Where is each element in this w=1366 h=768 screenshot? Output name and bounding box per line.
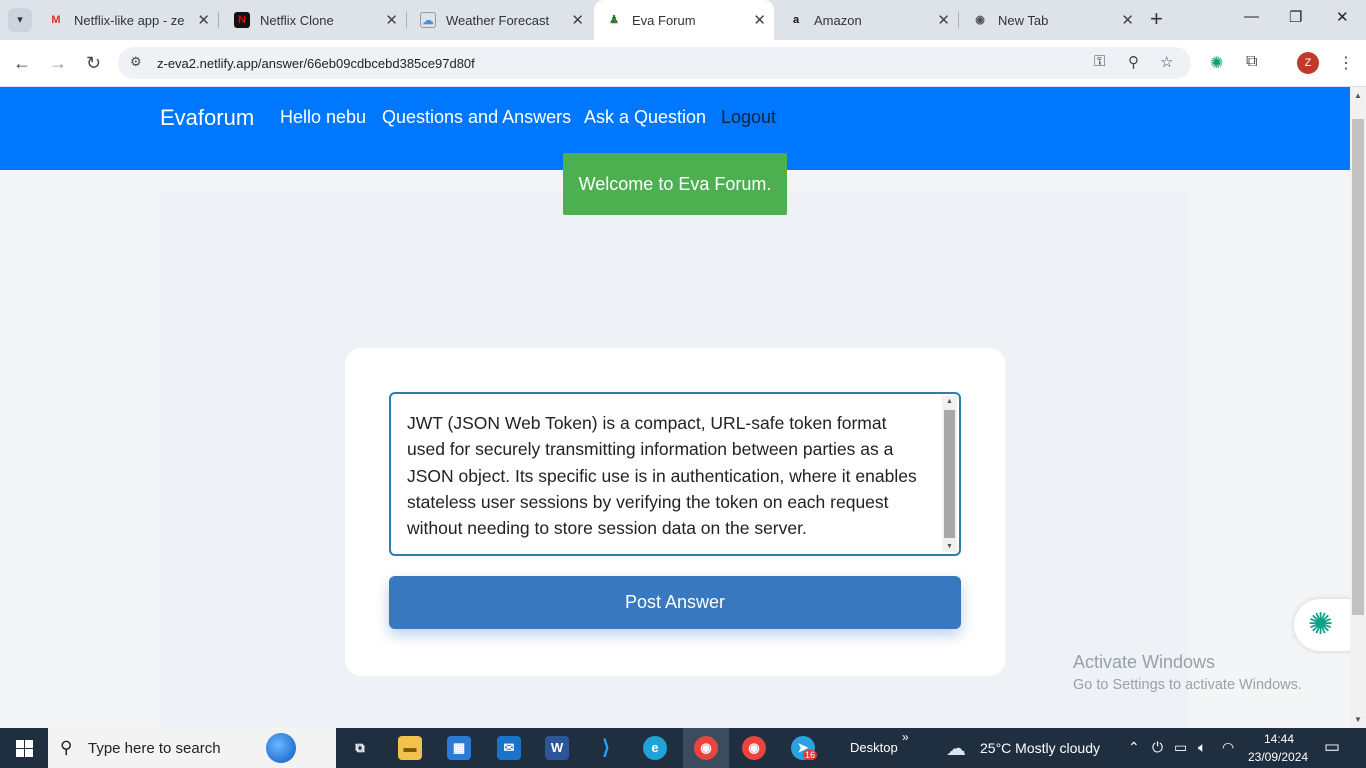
- page-scroll-down-icon[interactable]: ▼: [1354, 715, 1362, 724]
- page-scrollbar[interactable]: ▲ ▼: [1350, 87, 1366, 728]
- zoom-icon[interactable]: ⚲: [1128, 53, 1139, 71]
- close-tab-icon[interactable]: ✕: [1121, 11, 1134, 29]
- tab-weather-forecast[interactable]: ☁ Weather Forecast ✕: [408, 0, 592, 40]
- volume-icon[interactable]: 🔈︎: [1198, 739, 1206, 756]
- restore-icon[interactable]: ❐: [1289, 8, 1302, 26]
- new-tab-plus-icon[interactable]: +: [1150, 6, 1163, 32]
- tab-strip: ▾ M Netflix-like app - zew ✕ N Netflix C…: [0, 0, 1366, 40]
- answer-card: JWT (JSON Web Token) is a compact, URL-s…: [345, 348, 1005, 676]
- tray-app-icon[interactable]: ⏻: [1152, 739, 1163, 756]
- page-scroll-thumb[interactable]: [1352, 119, 1364, 615]
- scroll-down-arrow-icon[interactable]: ▼: [946, 543, 953, 550]
- nav-ask-question[interactable]: Ask a Question: [584, 107, 706, 128]
- address-bar[interactable]: ⚙ z-eva2.netlify.app/answer/66eb09cdbceb…: [118, 47, 1191, 79]
- site-brand[interactable]: Evaforum: [160, 105, 254, 131]
- tray-chevron-icon[interactable]: ⌃: [1128, 739, 1140, 756]
- taskbar-search-placeholder[interactable]: Type here to search: [88, 740, 221, 757]
- minimize-icon[interactable]: —: [1244, 8, 1259, 25]
- netflix-icon: N: [234, 12, 250, 28]
- gmail-icon: M: [51, 14, 61, 26]
- tab-netflix-clone[interactable]: N Netflix Clone ✕: [222, 0, 407, 40]
- close-tab-icon[interactable]: ✕: [571, 11, 584, 29]
- clock-time[interactable]: 14:44: [1264, 732, 1294, 746]
- profile-avatar[interactable]: Z: [1297, 52, 1319, 74]
- chrome-icon: ◉: [975, 14, 985, 26]
- task-view-icon[interactable]: ⧉: [348, 736, 372, 760]
- notifications-icon[interactable]: ▭: [1324, 737, 1340, 757]
- windows-start-icon[interactable]: [16, 740, 33, 757]
- desktop-toolbar-label[interactable]: Desktop: [850, 740, 898, 755]
- chrome-profile-icon: ◉: [694, 736, 718, 760]
- mail-icon[interactable]: ✉: [497, 736, 521, 760]
- textarea-scrollbar[interactable]: ▲ ▼: [942, 396, 957, 552]
- window-close-icon[interactable]: ✕: [1336, 8, 1349, 26]
- browser-toolbar: ← → ↻ ⚙ z-eva2.netlify.app/answer/66eb09…: [0, 40, 1366, 87]
- textarea-scroll-thumb[interactable]: [944, 410, 955, 538]
- battery-icon[interactable]: ▭: [1174, 739, 1187, 756]
- taskbar-search-box[interactable]: ⚲ Type here to search: [48, 728, 336, 768]
- close-tab-icon[interactable]: ✕: [197, 11, 210, 29]
- browser-menu-icon[interactable]: ⋮: [1338, 53, 1354, 73]
- password-key-icon[interactable]: ⚿: [1094, 53, 1105, 70]
- close-tab-icon[interactable]: ✕: [385, 11, 398, 29]
- windows-taskbar: ⚲ Type here to search ⧉ ▬ ▦ ✉ W ⟩ e ◉ ◉ …: [0, 728, 1366, 768]
- reload-icon[interactable]: ↻: [86, 53, 101, 74]
- network-icon[interactable]: ◠: [1222, 739, 1234, 756]
- nav-greeting: Hello nebu: [280, 107, 367, 127]
- edge-icon[interactable]: e: [643, 736, 667, 760]
- toolbar-expand-icon[interactable]: »: [902, 730, 909, 744]
- tab-eva-forum[interactable]: ♟ Eva Forum ✕: [594, 0, 774, 40]
- answer-textarea[interactable]: JWT (JSON Web Token) is a compact, URL-s…: [389, 392, 961, 556]
- chatgpt-extension-icon[interactable]: ✺: [1210, 53, 1223, 73]
- scroll-up-arrow-icon[interactable]: ▲: [946, 398, 953, 405]
- tab-search-chevron-icon[interactable]: ▾: [8, 8, 32, 32]
- bookmark-star-icon[interactable]: ☆: [1160, 53, 1173, 71]
- ai-assistant-icon[interactable]: ✺: [1294, 599, 1350, 651]
- forward-icon[interactable]: →: [49, 53, 67, 74]
- page-viewport: Evaforum Hello nebu Questions and Answer…: [0, 87, 1350, 728]
- close-tab-icon[interactable]: ✕: [937, 11, 950, 29]
- weather-status[interactable]: 25°C Mostly cloudy: [980, 740, 1100, 756]
- close-tab-icon[interactable]: ✕: [753, 11, 766, 29]
- clock-date[interactable]: 23/09/2024: [1248, 750, 1308, 764]
- chrome-icon[interactable]: ◉: [742, 736, 766, 760]
- welcome-toast: Welcome to Eva Forum.: [563, 153, 787, 215]
- weather-icon: ☁: [420, 12, 436, 28]
- tab-new-tab[interactable]: ◉ New Tab ✕: [960, 0, 1142, 40]
- search-highlight-globe-icon[interactable]: [266, 733, 296, 763]
- tab-amazon[interactable]: a Amazon ✕: [776, 0, 959, 40]
- answer-text[interactable]: JWT (JSON Web Token) is a compact, URL-s…: [407, 410, 927, 541]
- extensions-puzzle-icon[interactable]: ⧉: [1246, 53, 1257, 71]
- word-icon[interactable]: W: [545, 736, 569, 760]
- nav-logout[interactable]: Logout: [721, 107, 776, 128]
- post-answer-button[interactable]: Post Answer: [389, 576, 961, 629]
- nav-questions-answers[interactable]: Questions and Answers: [382, 107, 571, 128]
- telegram-badge: 16: [803, 750, 818, 760]
- taskbar-active-app[interactable]: ◉: [683, 728, 729, 768]
- tab-netflix-like-app[interactable]: M Netflix-like app - zew ✕: [36, 0, 219, 40]
- file-explorer-icon[interactable]: ▬: [398, 736, 422, 760]
- weather-cloud-icon[interactable]: ☁: [946, 736, 966, 761]
- microsoft-store-icon[interactable]: ▦: [447, 736, 471, 760]
- vscode-icon[interactable]: ⟩: [594, 736, 618, 760]
- page-scroll-up-icon[interactable]: ▲: [1354, 91, 1362, 100]
- search-icon: ⚲: [60, 738, 73, 757]
- site-info-icon[interactable]: ⚙: [130, 54, 142, 70]
- url-text[interactable]: z-eva2.netlify.app/answer/66eb09cdbcebd3…: [157, 56, 475, 71]
- activate-windows-title: Activate Windows: [1073, 652, 1216, 672]
- activate-windows-subtitle: Go to Settings to activate Windows.: [1073, 677, 1302, 693]
- amazon-icon: a: [792, 14, 800, 26]
- back-icon[interactable]: ←: [13, 53, 31, 74]
- forum-icon: ♟: [609, 14, 619, 26]
